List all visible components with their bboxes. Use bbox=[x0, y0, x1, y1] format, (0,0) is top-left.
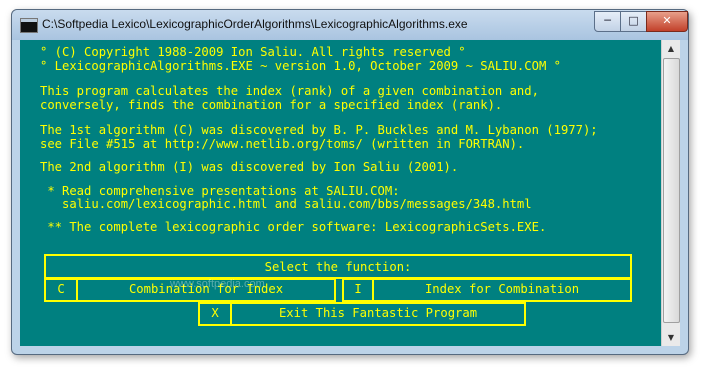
console-app-icon bbox=[20, 18, 38, 33]
copyright-line: ° (C) Copyright 1988-2009 Ion Saliu. All… bbox=[40, 45, 466, 59]
close-button[interactable]: ✕ bbox=[646, 11, 688, 32]
title-bar[interactable]: C:\Softpedia Lexico\LexicographicOrderAl… bbox=[12, 10, 688, 40]
version-line: ° LexicographicAlgorithms.EXE ~ version … bbox=[40, 59, 561, 73]
scroll-up-icon[interactable]: ▲ bbox=[662, 40, 680, 57]
scroll-down-icon[interactable]: ▼ bbox=[662, 329, 680, 346]
menu-c-key[interactable]: C bbox=[44, 278, 78, 302]
menu-header: Select the function: bbox=[264, 260, 412, 274]
softpedia-watermark: www.softpedia.com bbox=[170, 278, 265, 290]
menu-index-for-combination[interactable]: Index for Combination bbox=[372, 278, 632, 302]
description-line-2: conversely, finds the combination for a … bbox=[40, 98, 503, 112]
scroll-thumb[interactable] bbox=[663, 58, 680, 323]
algorithm-2-line: The 2nd algorithm (I) was discovered by … bbox=[40, 160, 459, 174]
window-title: C:\Softpedia Lexico\LexicographicOrderAl… bbox=[42, 17, 468, 31]
vertical-scrollbar[interactable]: ▲ ▼ bbox=[661, 40, 680, 346]
description-line-1: This program calculates the index (rank)… bbox=[40, 84, 539, 98]
maximize-button[interactable]: □ bbox=[620, 11, 647, 32]
presentations-line-1: * Read comprehensive presentations at SA… bbox=[40, 184, 400, 198]
minimize-button[interactable]: ─ bbox=[594, 11, 621, 32]
algorithm-1-line-2: see File #515 at http://www.netlib.org/t… bbox=[40, 137, 525, 151]
menu-i-key[interactable]: I bbox=[342, 278, 374, 302]
console-window: C:\Softpedia Lexico\LexicographicOrderAl… bbox=[11, 9, 689, 355]
software-line: ** The complete lexicographic order soft… bbox=[40, 220, 547, 234]
algorithm-1-line-1: The 1st algorithm (C) was discovered by … bbox=[40, 123, 598, 137]
menu-exit-program[interactable]: Exit This Fantastic Program bbox=[230, 302, 526, 326]
presentations-line-2: saliu.com/lexicographic.html and saliu.c… bbox=[40, 197, 532, 211]
console-area[interactable]: ° (C) Copyright 1988-2009 Ion Saliu. All… bbox=[20, 40, 661, 346]
menu-header-box: Select the function: bbox=[44, 254, 632, 279]
menu-x-key[interactable]: X bbox=[198, 302, 232, 326]
